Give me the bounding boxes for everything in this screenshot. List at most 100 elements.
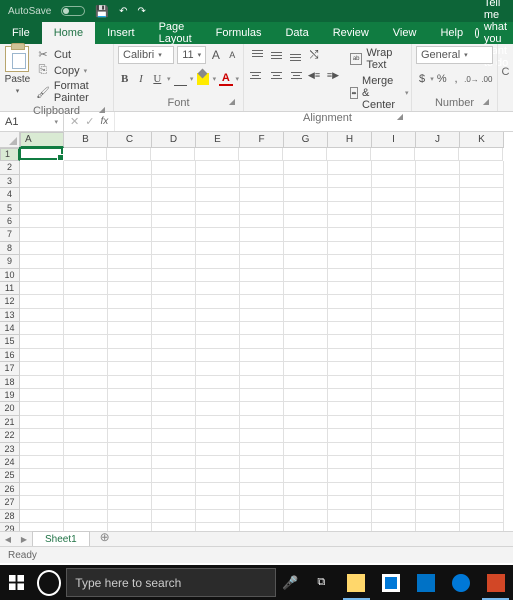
cell-J23[interactable] bbox=[416, 443, 460, 456]
cell-F27[interactable] bbox=[240, 496, 284, 509]
cell-F1[interactable] bbox=[239, 148, 283, 161]
mic-icon[interactable]: 🎤 bbox=[276, 575, 304, 591]
cell-C2[interactable] bbox=[108, 161, 152, 174]
cell-F28[interactable] bbox=[240, 510, 284, 523]
cell-J2[interactable] bbox=[416, 161, 460, 174]
cell-E9[interactable] bbox=[196, 255, 240, 268]
cell-C23[interactable] bbox=[108, 443, 152, 456]
increase-font-button[interactable]: A bbox=[209, 46, 222, 64]
cell-H6[interactable] bbox=[328, 215, 372, 228]
cell-D13[interactable] bbox=[152, 309, 196, 322]
cell-A2[interactable] bbox=[20, 161, 64, 174]
cell-H8[interactable] bbox=[328, 242, 372, 255]
cell-D27[interactable] bbox=[152, 496, 196, 509]
row-header-29[interactable]: 29 bbox=[0, 523, 20, 531]
cell-I6[interactable] bbox=[372, 215, 416, 228]
row-header-24[interactable]: 24 bbox=[0, 456, 20, 469]
cell-A18[interactable] bbox=[20, 376, 64, 389]
cell-K17[interactable] bbox=[460, 362, 504, 375]
cell-E24[interactable] bbox=[196, 456, 240, 469]
cell-J1[interactable] bbox=[415, 148, 459, 161]
tab-review[interactable]: Review bbox=[321, 22, 381, 44]
cell-H12[interactable] bbox=[328, 295, 372, 308]
cell-G10[interactable] bbox=[284, 269, 328, 282]
bold-button[interactable]: B bbox=[118, 70, 131, 88]
cell-E11[interactable] bbox=[196, 282, 240, 295]
row-header-18[interactable]: 18 bbox=[0, 376, 20, 389]
cell-I28[interactable] bbox=[372, 510, 416, 523]
cell-B7[interactable] bbox=[64, 228, 108, 241]
cell-E26[interactable] bbox=[196, 483, 240, 496]
cell-E19[interactable] bbox=[196, 389, 240, 402]
cell-K2[interactable] bbox=[460, 161, 504, 174]
cell-G13[interactable] bbox=[284, 309, 328, 322]
cell-K29[interactable] bbox=[460, 523, 504, 531]
cell-A16[interactable] bbox=[20, 349, 64, 362]
cell-H3[interactable] bbox=[328, 175, 372, 188]
cell-H21[interactable] bbox=[328, 416, 372, 429]
taskbar-store[interactable] bbox=[374, 565, 409, 600]
cell-D12[interactable] bbox=[152, 295, 196, 308]
cell-C4[interactable] bbox=[108, 188, 152, 201]
cell-G17[interactable] bbox=[284, 362, 328, 375]
cell-I19[interactable] bbox=[372, 389, 416, 402]
cell-I13[interactable] bbox=[372, 309, 416, 322]
cell-H20[interactable] bbox=[328, 402, 372, 415]
cell-I1[interactable] bbox=[371, 148, 415, 161]
cell-H24[interactable] bbox=[328, 456, 372, 469]
row-header-19[interactable]: 19 bbox=[0, 389, 20, 402]
row-header-25[interactable]: 25 bbox=[0, 469, 20, 482]
col-header-J[interactable]: J bbox=[416, 132, 460, 148]
cell-D1[interactable] bbox=[151, 148, 195, 161]
cell-E18[interactable] bbox=[196, 376, 240, 389]
cut-button[interactable]: ✂Cut bbox=[34, 47, 109, 62]
cell-I18[interactable] bbox=[372, 376, 416, 389]
cell-B25[interactable] bbox=[64, 469, 108, 482]
cell-J11[interactable] bbox=[416, 282, 460, 295]
cell-G20[interactable] bbox=[284, 402, 328, 415]
cell-I3[interactable] bbox=[372, 175, 416, 188]
cell-E28[interactable] bbox=[196, 510, 240, 523]
cell-B29[interactable] bbox=[64, 523, 108, 531]
cell-J6[interactable] bbox=[416, 215, 460, 228]
cell-A21[interactable] bbox=[20, 416, 64, 429]
row-header-26[interactable]: 26 bbox=[0, 483, 20, 496]
cell-D9[interactable] bbox=[152, 255, 196, 268]
cell-A13[interactable] bbox=[20, 309, 64, 322]
cell-E12[interactable] bbox=[196, 295, 240, 308]
cell-E1[interactable] bbox=[195, 148, 239, 161]
cell-D10[interactable] bbox=[152, 269, 196, 282]
cell-F13[interactable] bbox=[240, 309, 284, 322]
cell-G9[interactable] bbox=[284, 255, 328, 268]
row-header-3[interactable]: 3 bbox=[0, 175, 20, 188]
cell-B14[interactable] bbox=[64, 322, 108, 335]
cell-K23[interactable] bbox=[460, 443, 504, 456]
cell-F5[interactable] bbox=[240, 202, 284, 215]
tell-me[interactable]: Tell me what you want to do bbox=[475, 22, 513, 44]
cell-F29[interactable] bbox=[240, 523, 284, 531]
cell-B24[interactable] bbox=[64, 456, 108, 469]
border-button[interactable] bbox=[174, 70, 187, 88]
copy-button[interactable]: ⎘Copy▾ bbox=[34, 63, 109, 78]
font-dialog-icon[interactable]: ◢ bbox=[229, 97, 235, 106]
sheet-nav-prev[interactable]: ◀ bbox=[0, 532, 16, 547]
cell-A22[interactable] bbox=[20, 429, 64, 442]
row-header-14[interactable]: 14 bbox=[0, 322, 20, 335]
cell-B20[interactable] bbox=[64, 402, 108, 415]
cell-H18[interactable] bbox=[328, 376, 372, 389]
cell-A5[interactable] bbox=[20, 202, 64, 215]
redo-icon[interactable]: ↷ bbox=[137, 6, 145, 17]
row-header-27[interactable]: 27 bbox=[0, 496, 20, 509]
cell-F3[interactable] bbox=[240, 175, 284, 188]
cell-E25[interactable] bbox=[196, 469, 240, 482]
cell-G8[interactable] bbox=[284, 242, 328, 255]
row-header-7[interactable]: 7 bbox=[0, 228, 20, 241]
cell-I8[interactable] bbox=[372, 242, 416, 255]
cell-F18[interactable] bbox=[240, 376, 284, 389]
cell-J5[interactable] bbox=[416, 202, 460, 215]
cell-H23[interactable] bbox=[328, 443, 372, 456]
cell-K5[interactable] bbox=[460, 202, 504, 215]
cell-G1[interactable] bbox=[283, 148, 327, 161]
cell-K13[interactable] bbox=[460, 309, 504, 322]
row-header-4[interactable]: 4 bbox=[0, 188, 20, 201]
